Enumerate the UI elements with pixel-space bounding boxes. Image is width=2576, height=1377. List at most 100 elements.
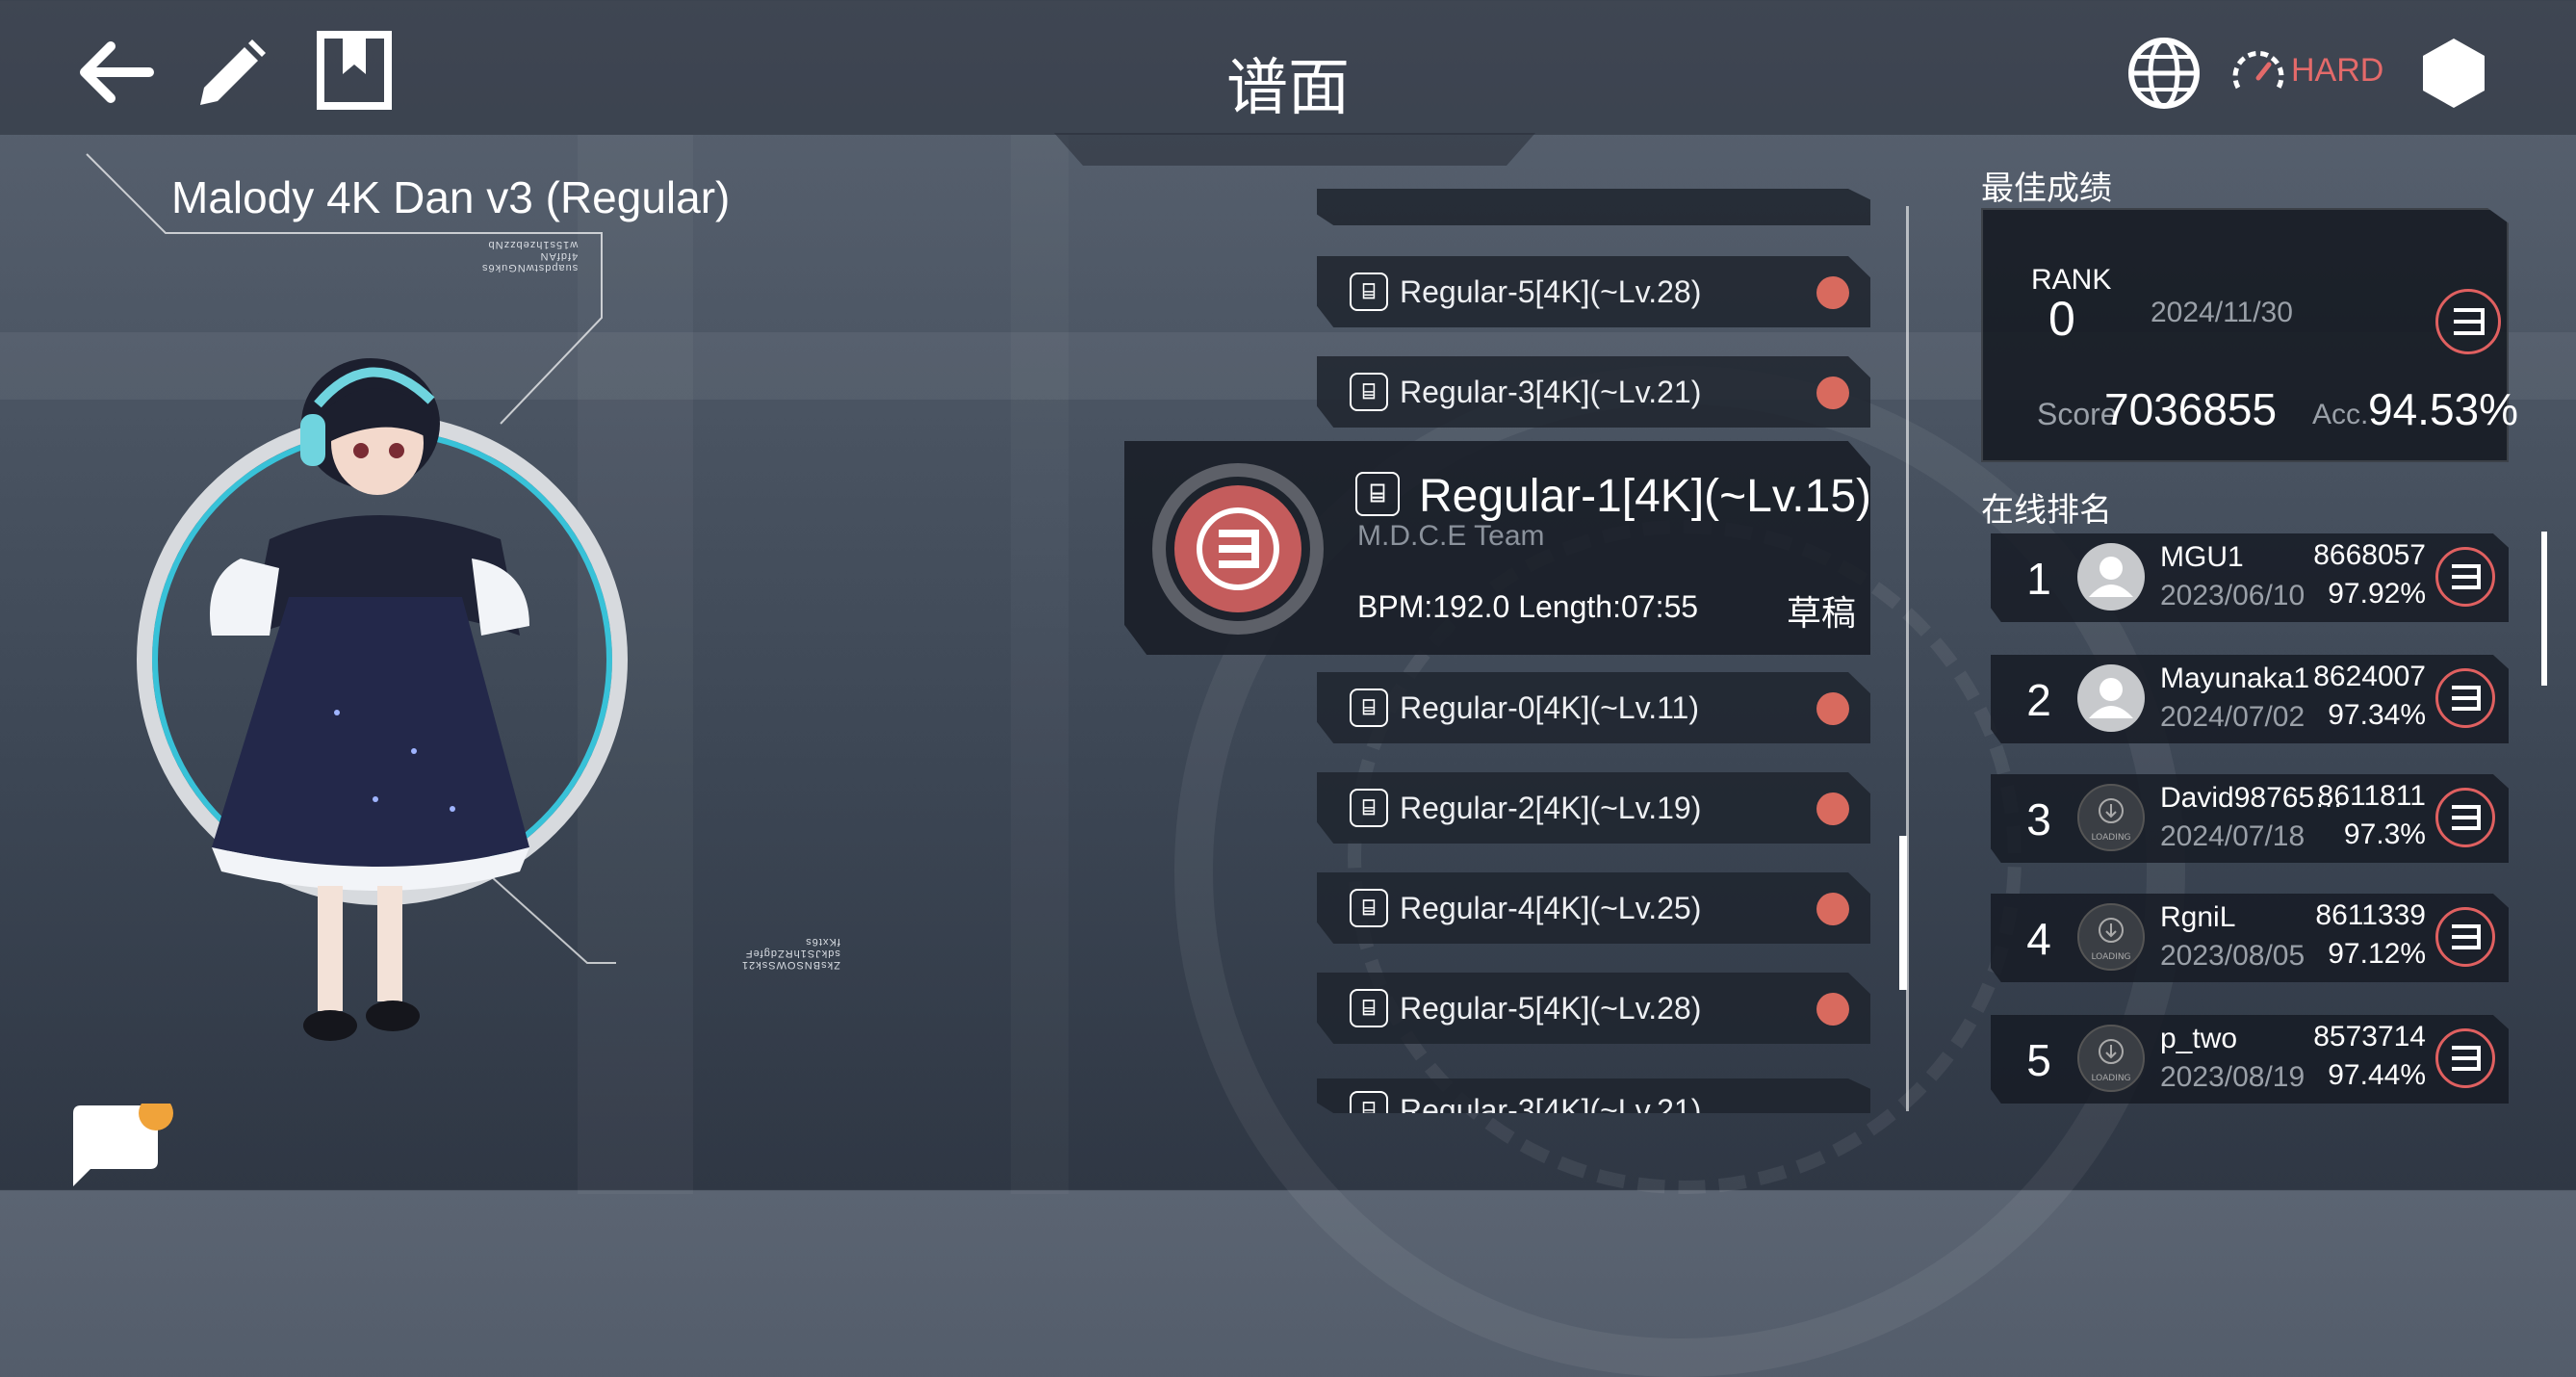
mode-icon [2452, 564, 2481, 589]
chart-list-scrollbar[interactable] [1899, 836, 1907, 990]
chart-mode-icon: ⌸ [1350, 1091, 1388, 1113]
mode-button[interactable] [2420, 37, 2487, 110]
mode-badge [2435, 668, 2495, 728]
best-score-title: 最佳成绩 [1981, 170, 2112, 207]
user-avatar-icon [2089, 678, 2133, 718]
loading-avatar-icon: LOADING [2091, 1039, 2131, 1083]
back-button[interactable] [69, 29, 162, 116]
chart-item[interactable]: ⌸ Regular-5[4K](~Lv.28) [1317, 973, 1870, 1044]
language-button[interactable] [2125, 35, 2202, 112]
mode-badge [2435, 547, 2495, 607]
chart-label: Regular-2[4K](~Lv.19) [1400, 790, 1702, 825]
status-dot [1816, 276, 1849, 309]
chart-label: Regular-3[4K](~Lv.21) [1400, 374, 1702, 409]
mode-icon [2452, 1046, 2481, 1071]
svg-text:LOADING: LOADING [2091, 833, 2130, 843]
player-acc: 97.3% [2343, 818, 2426, 850]
svg-text:LOADING: LOADING [2091, 952, 2130, 962]
chat-bubble-icon [73, 1096, 173, 1186]
bookmark-icon [317, 31, 392, 110]
player-acc: 97.34% [2328, 699, 2426, 731]
chart-item[interactable]: ⌸ Regular-2[4K](~Lv.19) [1317, 772, 1870, 844]
rank-number: 2 [2026, 675, 2051, 725]
svg-text:LOADING: LOADING [2091, 1074, 2130, 1083]
player-acc: 97.12% [2328, 938, 2426, 970]
score-value: 7036855 [2104, 384, 2278, 434]
avatar [2077, 543, 2145, 611]
selected-chart-title: Regular-1[4K](~Lv.15) [1419, 471, 1872, 522]
bookmark-button[interactable] [314, 29, 395, 112]
player-name: MGU1 [2160, 541, 2244, 573]
rank-number: 1 [2026, 554, 2051, 604]
decorative-text: suapdstwNGuk6s 4fdfAN w15s1hzebzzNb [481, 239, 579, 273]
acc-value: 94.53% [2368, 384, 2519, 434]
ranking-scrollbar[interactable] [2541, 532, 2547, 686]
chart-label: Regular-5[4K](~Lv.28) [1400, 990, 1702, 1026]
chart-mode-icon: ⌸ [1350, 273, 1388, 311]
bg-band [1011, 135, 1069, 1194]
song-title: Malody 4K Dan v3 (Regular) [171, 172, 731, 222]
mode-icon [2452, 924, 2481, 949]
back-arrow-icon [80, 41, 154, 103]
selected-chart-creator: M.D.C.E Team [1357, 520, 1545, 552]
best-mode-badge [2435, 289, 2501, 354]
chart-item[interactable]: ⌸ Regular-3[4K](~Lv.21) [1317, 1078, 1870, 1113]
mode-icon [2452, 686, 2481, 711]
chat-button[interactable] [71, 1096, 173, 1186]
mode-badge [2435, 907, 2495, 967]
globe-icon [2128, 38, 2200, 109]
chart-label: Regular-0[4K](~Lv.11) [1400, 689, 1699, 725]
edit-pencil-icon [200, 39, 266, 105]
user-avatar-icon [2089, 557, 2133, 597]
mode-badge [2435, 788, 2495, 847]
player-name: p_two [2160, 1023, 2238, 1054]
chart-status: 草稿 [1787, 593, 1857, 633]
player-score: 8668057 [2313, 539, 2426, 571]
page-title: 谱面 [1226, 53, 1350, 122]
mode-icon [2454, 308, 2485, 335]
rank-number: 3 [2026, 794, 2051, 844]
avatar: LOADING [2077, 784, 2145, 851]
chart-mode-icon: ⌸ [1350, 989, 1388, 1027]
speedometer-icon [2232, 50, 2284, 90]
hexagon-icon [2423, 39, 2485, 108]
chart-mode-icon: ⌸ [1350, 789, 1388, 827]
loading-avatar-icon: LOADING [2091, 918, 2131, 962]
player-score: 8624007 [2313, 661, 2426, 692]
mode-badge [2435, 1028, 2495, 1088]
player-score: 8611339 [2315, 899, 2426, 931]
character-illustration [210, 358, 529, 1041]
decorative-text: ZksBNSOWSsk21 sdkJS1hRZdgfeF fKxt6s [741, 936, 840, 971]
chart-label: Regular-3[4K](~Lv.21) [1400, 1092, 1702, 1114]
player-score: 8611811 [2317, 780, 2426, 812]
rank-number: 4 [2026, 914, 2051, 964]
chart-item[interactable]: ⌸ Regular-4[4K](~Lv.25) [1317, 872, 1870, 944]
chart-item-partial[interactable] [1317, 189, 1870, 225]
chart-mode-icon: ⌸ [1355, 472, 1400, 516]
acc-label: Acc. [2312, 399, 2369, 430]
chart-mode-icon: ⌸ [1350, 373, 1388, 411]
title-notch [1054, 133, 1535, 166]
rank-number: 5 [2026, 1035, 2051, 1085]
avatar [2077, 664, 2145, 732]
player-acc: 97.44% [2328, 1059, 2426, 1091]
chart-mode-icon: ⌸ [1350, 889, 1388, 927]
rank-value: 0 [2048, 292, 2075, 346]
player-acc: 97.92% [2328, 578, 2426, 610]
chart-item[interactable]: ⌸ Regular-0[4K](~Lv.11) [1317, 672, 1870, 743]
difficulty-button[interactable] [2229, 48, 2287, 96]
chart-item[interactable]: ⌸ Regular-5[4K](~Lv.28) [1317, 256, 1870, 327]
difficulty-label[interactable]: HARD [2291, 52, 2383, 90]
best-date: 2024/11/30 [2151, 297, 2293, 328]
selected-chart-bpm: BPM:192.0 Length:07:55 [1357, 589, 1699, 624]
edit-button[interactable] [189, 33, 273, 116]
status-dot [1816, 893, 1849, 925]
status-dot [1816, 993, 1849, 1026]
avatar: LOADING [2077, 903, 2145, 971]
avatar: LOADING [2077, 1025, 2145, 1092]
online-rank-title: 在线排名 [1981, 492, 2112, 529]
loading-avatar-icon: LOADING [2091, 798, 2131, 843]
selected-chart-disc [1152, 463, 1324, 635]
player-score: 8573714 [2313, 1021, 2426, 1052]
chart-item[interactable]: ⌸ Regular-3[4K](~Lv.21) [1317, 356, 1870, 428]
